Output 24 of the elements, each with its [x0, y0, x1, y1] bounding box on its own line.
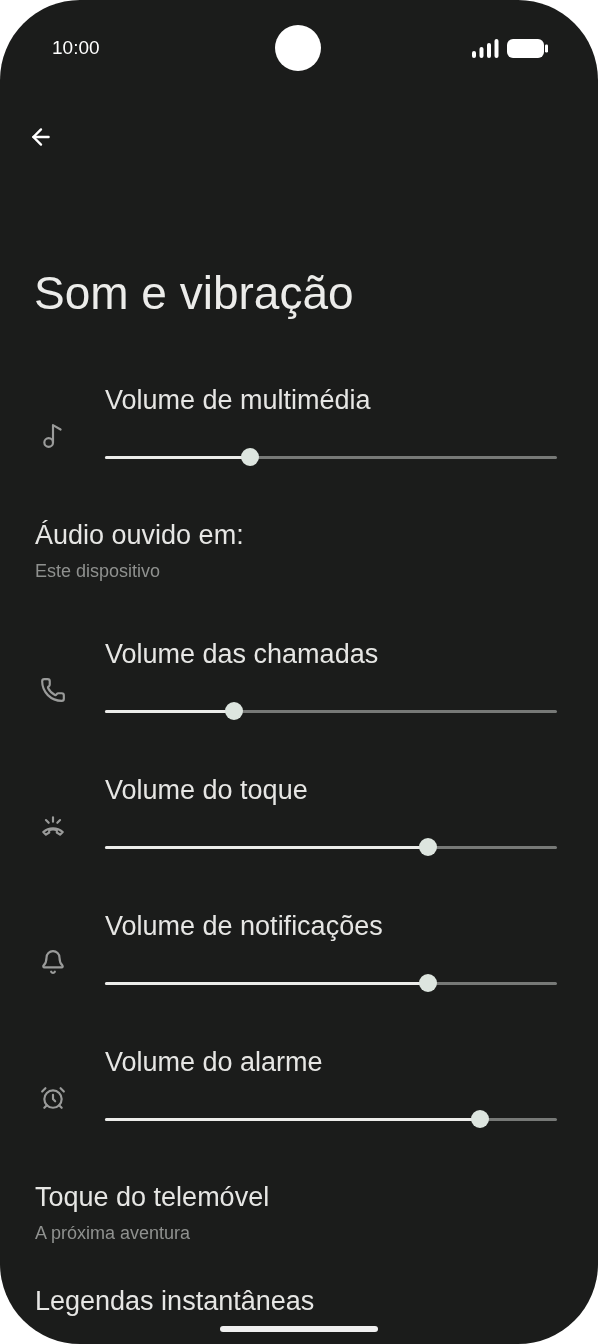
setting-title[interactable]: Toque do telemóvel — [35, 1182, 270, 1212]
setting-subtitle: A próxima aventura — [35, 1222, 192, 1244]
battery-icon — [507, 38, 548, 58]
slider-label: Volume do toque — [105, 774, 309, 806]
phone-icon — [39, 677, 66, 703]
setting-subtitle: Este dispositivo — [35, 560, 162, 582]
slider-thumb[interactable] — [240, 448, 259, 466]
slider-thumb[interactable] — [419, 838, 438, 856]
alarm-clock-icon — [39, 1085, 66, 1111]
ringing-phone-icon — [39, 813, 66, 839]
page-title: Som e vibração — [33, 266, 355, 321]
slider-thumb[interactable] — [224, 702, 243, 720]
slider-label: Volume das chamadas — [105, 638, 380, 670]
signal-icon — [472, 38, 499, 58]
bell-icon — [39, 949, 66, 975]
setting-title[interactable]: Áudio ouvido em: — [35, 520, 244, 550]
camera-cutout — [275, 25, 321, 71]
slider-label: Volume de notificações — [105, 910, 384, 942]
status-time: 10:00 — [52, 36, 100, 60]
slider-thumb[interactable] — [471, 1110, 490, 1128]
slider-thumb[interactable] — [419, 974, 438, 992]
slider-label: Volume do alarme — [105, 1046, 324, 1078]
slider-label: Volume de multimédia — [105, 384, 372, 416]
setting-title[interactable]: Legendas instantâneas — [35, 1286, 315, 1316]
